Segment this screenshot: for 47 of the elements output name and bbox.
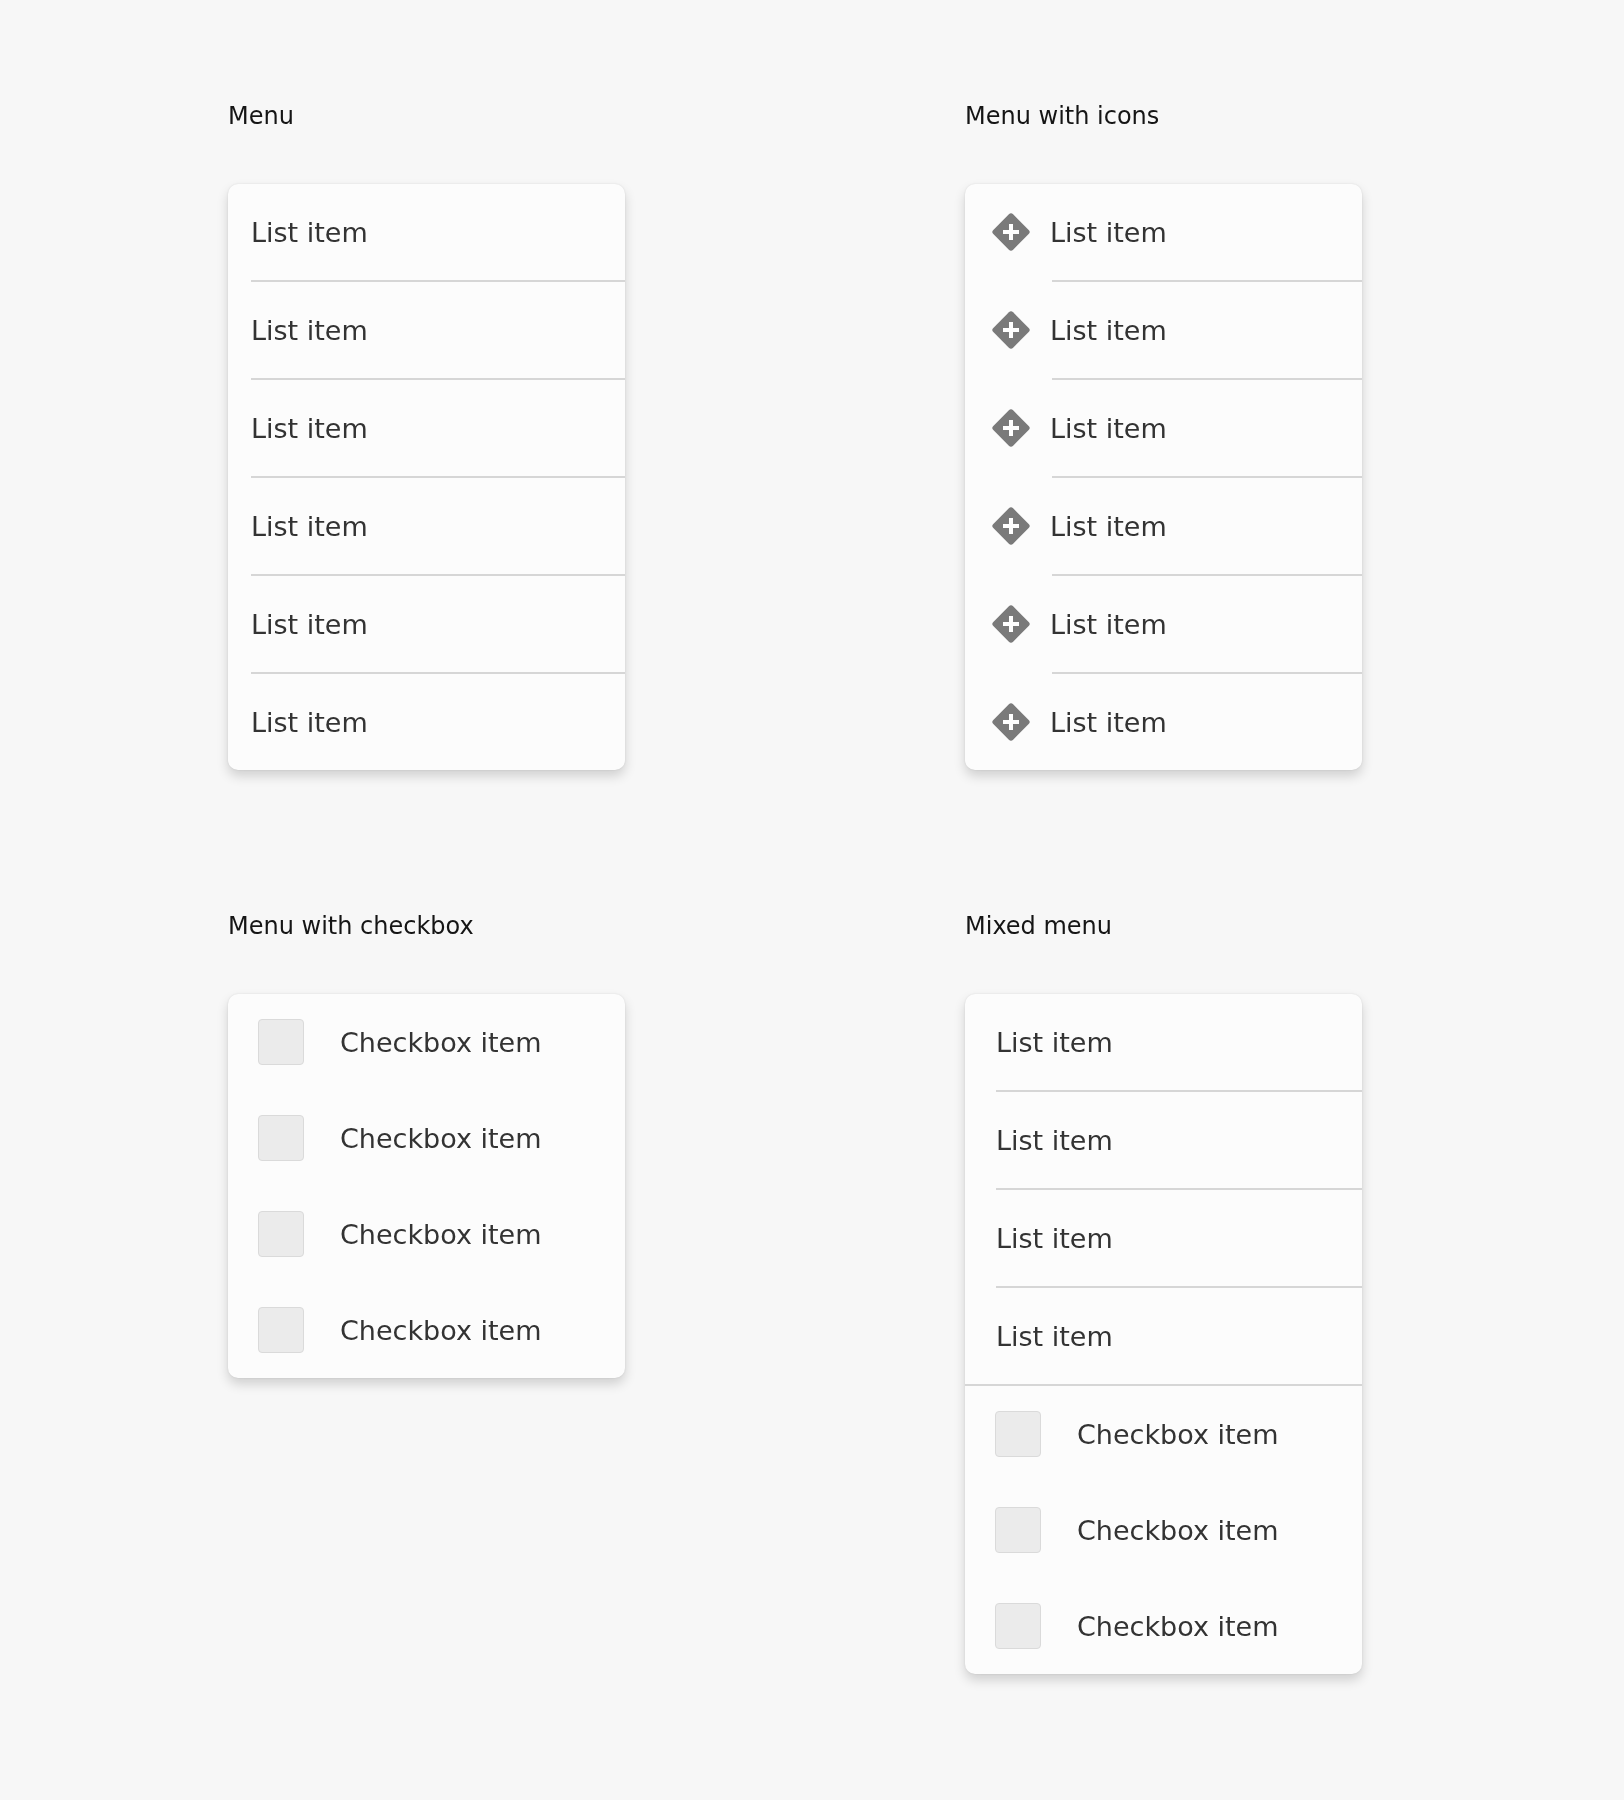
item-label: List item <box>1050 216 1167 248</box>
menu-item[interactable]: List item <box>228 478 625 574</box>
menu-item[interactable]: List item <box>965 1288 1362 1384</box>
item-label: List item <box>1050 314 1167 346</box>
checkbox[interactable] <box>995 1411 1041 1457</box>
checkbox[interactable] <box>258 1307 304 1353</box>
section-title: Menu <box>228 101 295 132</box>
checkbox[interactable] <box>258 1115 304 1161</box>
menu-item[interactable]: List item <box>965 380 1362 476</box>
item-label: List item <box>1050 706 1167 738</box>
menu-item[interactable]: List item <box>965 674 1362 770</box>
menu-item[interactable]: List item <box>965 1092 1362 1188</box>
checkbox-item[interactable]: Checkbox item <box>965 1386 1362 1482</box>
section-title: Menu with icons <box>965 101 1161 132</box>
menu-item[interactable]: List item <box>228 674 625 770</box>
section-title: Menu with checkbox <box>228 911 475 942</box>
item-label: Checkbox item <box>1077 1610 1279 1642</box>
menu-item[interactable]: List item <box>965 576 1362 672</box>
item-label: Checkbox item <box>1077 1418 1279 1450</box>
item-label: Checkbox item <box>340 1218 542 1250</box>
menu-item[interactable]: List item <box>228 380 625 476</box>
menu-item[interactable]: List item <box>965 1190 1362 1286</box>
menu-item[interactable]: List item <box>965 994 1362 1090</box>
item-label: Checkbox item <box>1077 1514 1279 1546</box>
checkbox-item[interactable]: Checkbox item <box>965 1578 1362 1674</box>
menu-item[interactable]: List item <box>965 282 1362 378</box>
checkbox-item[interactable]: Checkbox item <box>228 1282 625 1378</box>
checkbox-item[interactable]: Checkbox item <box>965 1482 1362 1578</box>
menu-item[interactable]: List item <box>228 576 625 672</box>
item-label: Checkbox item <box>340 1314 542 1346</box>
checkbox[interactable] <box>258 1019 304 1065</box>
menu-item[interactable]: List item <box>965 478 1362 574</box>
item-label: List item <box>1050 608 1167 640</box>
item-label: Checkbox item <box>340 1122 542 1154</box>
section-title: Mixed menu <box>965 911 1114 942</box>
checkbox[interactable] <box>258 1211 304 1257</box>
item-label: Checkbox item <box>340 1026 542 1058</box>
checkbox-item[interactable]: Checkbox item <box>228 994 625 1090</box>
menu-item[interactable]: List item <box>965 184 1362 280</box>
item-label: List item <box>1050 510 1167 542</box>
checkbox-item[interactable]: Checkbox item <box>228 1186 625 1282</box>
checkbox-item[interactable]: Checkbox item <box>228 1090 625 1186</box>
item-label: List item <box>1050 412 1167 444</box>
checkbox[interactable] <box>995 1603 1041 1649</box>
menu-item[interactable]: List item <box>228 184 625 280</box>
menu-item[interactable]: List item <box>228 282 625 378</box>
checkbox[interactable] <box>995 1507 1041 1553</box>
